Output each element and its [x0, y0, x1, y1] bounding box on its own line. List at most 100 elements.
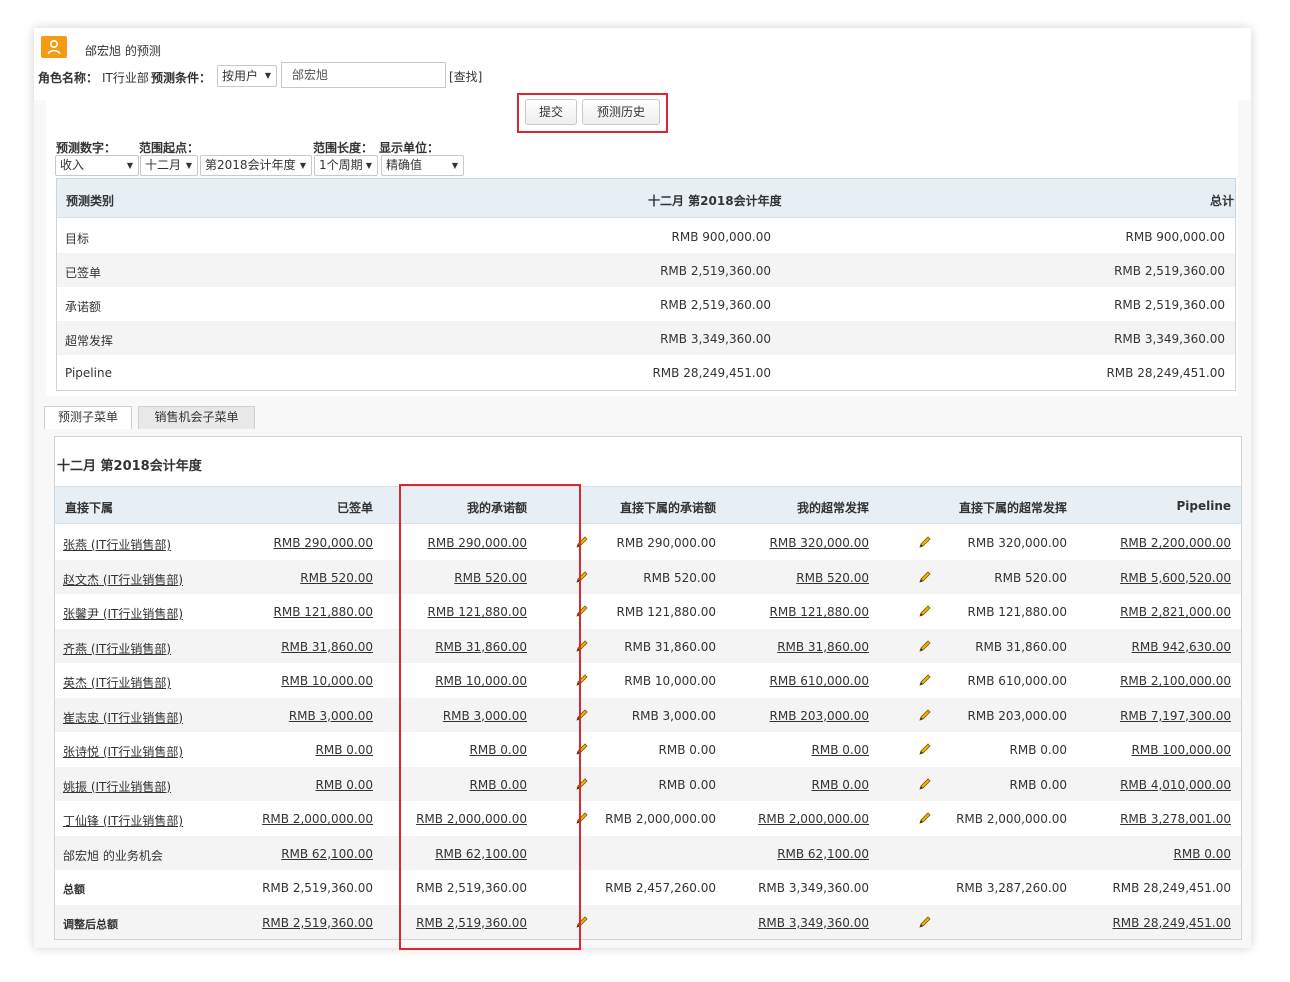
table-row: 姚振 (IT行业销售部) RMB 0.00 RMB 0.00 RMB 0.00 RMB …: [55, 766, 1241, 801]
row-name[interactable]: 丁仙锋 (IT行业销售部): [63, 812, 183, 829]
fiscal-year-select[interactable]: 第2018会计年度 ▼: [200, 155, 312, 176]
row-name[interactable]: 姚振 (IT行业销售部): [63, 778, 171, 795]
pipeline-value[interactable]: RMB 7,197,300.00: [1120, 709, 1231, 723]
sub-best-case-value: RMB 121,880.00: [967, 605, 1067, 619]
row-name[interactable]: 赵文杰 (IT行业销售部): [63, 571, 183, 588]
sub-best-case-value: RMB 3,287,260.00: [956, 881, 1067, 895]
my-best-case-value[interactable]: RMB 121,880.00: [770, 605, 869, 619]
edit-pencil-icon[interactable]: [918, 604, 932, 618]
closed-value[interactable]: RMB 0.00: [316, 743, 373, 757]
summary-row: Pipeline RMB 28,249,451.00 RMB 28,249,45…: [57, 355, 1235, 389]
summary-total-value: RMB 28,249,451.00: [1106, 366, 1225, 380]
closed-value[interactable]: RMB 520.00: [300, 571, 373, 585]
my-best-case-value[interactable]: RMB 2,000,000.00: [758, 812, 869, 826]
row-name[interactable]: 张燕 (IT行业销售部): [63, 536, 171, 553]
edit-pencil-icon[interactable]: [918, 742, 932, 756]
row-name[interactable]: 张诗悦 (IT行业销售部): [63, 743, 183, 760]
pipeline-value[interactable]: RMB 5,600,520.00: [1120, 571, 1231, 585]
display-unit-select[interactable]: 精确值 ▼: [381, 155, 464, 176]
summary-total-value: RMB 2,519,360.00: [1114, 298, 1225, 312]
my-best-case-value[interactable]: RMB 3,349,360.00: [758, 916, 869, 930]
forecast-number-select[interactable]: 收入 ▼: [55, 155, 139, 176]
closed-value[interactable]: RMB 121,880.00: [274, 605, 373, 619]
sub-commit-value: RMB 121,880.00: [616, 605, 716, 619]
condition-label: 预测条件：: [151, 71, 212, 85]
pipeline-value[interactable]: RMB 0.00: [1174, 847, 1231, 861]
pipeline-value[interactable]: RMB 2,821,000.00: [1120, 605, 1231, 619]
table-row: 调整后总额 RMB 2,519,360.00 RMB 2,519,360.00 RMB…: [55, 904, 1241, 939]
summary-total-value: RMB 900,000.00: [1125, 230, 1225, 244]
row-name[interactable]: 崔志忠 (IT行业销售部): [63, 709, 183, 726]
row-name[interactable]: 齐燕 (IT行业销售部): [63, 640, 171, 657]
chevron-down-icon: ▼: [126, 161, 133, 170]
detail-table: 十二月 第2018会计年度 直接下属 已签单 我的承诺额 直接下属的承诺额 我的…: [54, 436, 1242, 940]
closed-value[interactable]: RMB 31,860.00: [281, 640, 373, 654]
row-name[interactable]: 张馨尹 (IT行业销售部): [63, 605, 183, 622]
sub-commit-value: RMB 0.00: [658, 743, 716, 757]
edit-pencil-icon[interactable]: [918, 535, 932, 549]
pipeline-value[interactable]: RMB 3,278,001.00: [1120, 812, 1231, 826]
my-best-case-value[interactable]: RMB 320,000.00: [770, 536, 869, 550]
condition-select[interactable]: 按用户 ▼: [217, 65, 277, 87]
closed-value[interactable]: RMB 0.00: [316, 778, 373, 792]
summary-category: 已签单: [65, 266, 102, 280]
find-link[interactable]: [查找]: [449, 68, 482, 85]
edit-pencil-icon[interactable]: [918, 570, 932, 584]
pipeline-value[interactable]: RMB 28,249,451.00: [1112, 916, 1231, 930]
closed-value[interactable]: RMB 62,100.00: [281, 847, 373, 861]
user-search-input[interactable]: 邰宏旭: [281, 62, 446, 88]
edit-pencil-icon[interactable]: [918, 673, 932, 687]
table-row: 总额 RMB 2,519,360.00 RMB 2,519,360.00 RMB 2,…: [55, 870, 1241, 905]
summary-row: 已签单 RMB 2,519,360.00 RMB 2,519,360.00: [57, 253, 1235, 287]
my-best-case-value[interactable]: RMB 0.00: [812, 778, 869, 792]
edit-pencil-icon[interactable]: [918, 915, 932, 929]
forecast-card: 邰宏旭 的预测 角色名称： IT行业部 预测条件： 按用户 ▼ 邰宏旭 [查找]…: [34, 28, 1251, 950]
pipeline-value[interactable]: RMB 942,630.00: [1132, 640, 1231, 654]
my-best-case-value[interactable]: RMB 610,000.00: [770, 674, 869, 688]
closed-value[interactable]: RMB 2,000,000.00: [262, 812, 373, 826]
my-best-case-value[interactable]: RMB 0.00: [812, 743, 869, 757]
sub-best-case-value: RMB 320,000.00: [967, 536, 1067, 550]
month-value: 十二月: [145, 158, 182, 172]
edit-pencil-icon[interactable]: [918, 639, 932, 653]
sub-commit-value: RMB 520.00: [643, 570, 716, 585]
my-best-case-value[interactable]: RMB 203,000.00: [770, 709, 869, 723]
closed-value[interactable]: RMB 290,000.00: [274, 536, 373, 550]
table-row: 张燕 (IT行业销售部) RMB 290,000.00 RMB 290,000.00…: [55, 525, 1241, 560]
summary-row: 承诺额 RMB 2,519,360.00 RMB 2,519,360.00: [57, 287, 1235, 321]
closed-value[interactable]: RMB 2,519,360.00: [262, 916, 373, 930]
my-best-case-value[interactable]: RMB 31,860.00: [777, 640, 869, 654]
tab-opportunity-submenu[interactable]: 销售机会子菜单: [138, 406, 255, 429]
sub-best-case-value: RMB 610,000.00: [967, 674, 1067, 688]
pipeline-value[interactable]: RMB 2,100,000.00: [1120, 674, 1231, 688]
tab-forecast-submenu[interactable]: 预测子菜单: [44, 406, 132, 429]
pipeline-value[interactable]: RMB 100,000.00: [1132, 743, 1231, 757]
pipeline-value: RMB 28,249,451.00: [1112, 881, 1231, 895]
row-name[interactable]: 英杰 (IT行业销售部): [63, 674, 171, 691]
closed-value[interactable]: RMB 3,000.00: [289, 709, 373, 723]
table-row: 丁仙锋 (IT行业销售部) RMB 2,000,000.00 RMB 2,000,0…: [55, 801, 1241, 836]
pipeline-value[interactable]: RMB 2,200,000.00: [1120, 536, 1231, 550]
sub-best-case-value: RMB 520.00: [994, 570, 1067, 585]
edit-pencil-icon[interactable]: [918, 708, 932, 722]
pipeline-value[interactable]: RMB 4,010,000.00: [1120, 778, 1231, 792]
range-length-select[interactable]: 1个周期 ▼: [314, 155, 378, 176]
summary-category: 目标: [65, 232, 90, 246]
sub-best-case-value: RMB 0.00: [1009, 777, 1067, 792]
my-best-case-value[interactable]: RMB 62,100.00: [777, 847, 869, 861]
edit-pencil-icon[interactable]: [918, 777, 932, 791]
header-my-best-case: 我的超常发挥: [796, 501, 869, 515]
chevron-down-icon: ▼: [264, 71, 271, 80]
summary-period-value: RMB 900,000.00: [671, 230, 771, 244]
summary-header-period: 十二月 第2018会计年度: [648, 194, 782, 208]
closed-value: RMB 2,519,360.00: [262, 881, 373, 895]
edit-pencil-icon[interactable]: [918, 811, 932, 825]
month-select[interactable]: 十二月 ▼: [140, 155, 198, 176]
closed-value[interactable]: RMB 10,000.00: [281, 674, 373, 688]
row-name: 邰宏旭 的业务机会: [63, 848, 163, 863]
summary-header-total: 总计: [1209, 194, 1234, 208]
sub-commit-value: RMB 0.00: [658, 777, 716, 792]
summary-total-value: RMB 2,519,360.00: [1114, 264, 1225, 278]
my-best-case-value[interactable]: RMB 520.00: [796, 571, 869, 585]
header-area: [34, 28, 1251, 100]
